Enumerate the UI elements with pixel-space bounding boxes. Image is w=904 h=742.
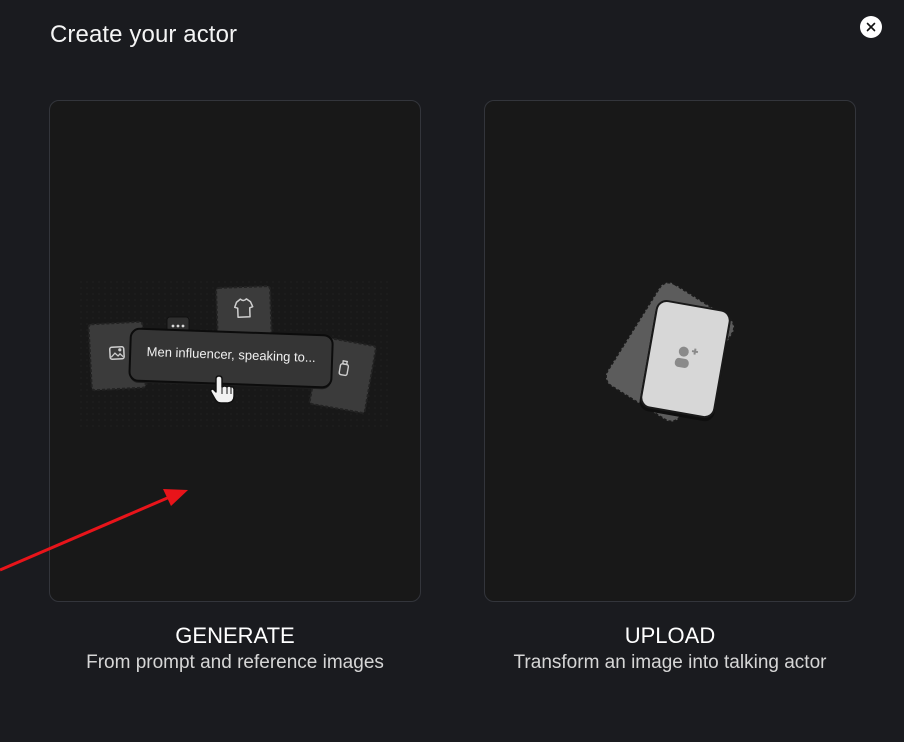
create-actor-dialog: Create your actor Men influencer, speaki… — [0, 0, 904, 742]
upload-title: UPLOAD — [624, 623, 716, 648]
dialog-title: Create your actor — [50, 21, 238, 48]
upload-option-card[interactable] — [484, 100, 856, 602]
close-icon — [866, 22, 876, 32]
close-button[interactable] — [860, 16, 882, 38]
upload-illustration — [604, 281, 736, 423]
generate-option-card[interactable]: Men influencer, speaking to... — [49, 100, 421, 602]
generate-title: GENERATE — [175, 623, 295, 648]
upload-subtitle: Transform an image into talking actor — [513, 652, 827, 673]
generate-subtitle: From prompt and reference images — [86, 652, 384, 673]
generate-illustration: Men influencer, speaking to... — [80, 279, 390, 429]
